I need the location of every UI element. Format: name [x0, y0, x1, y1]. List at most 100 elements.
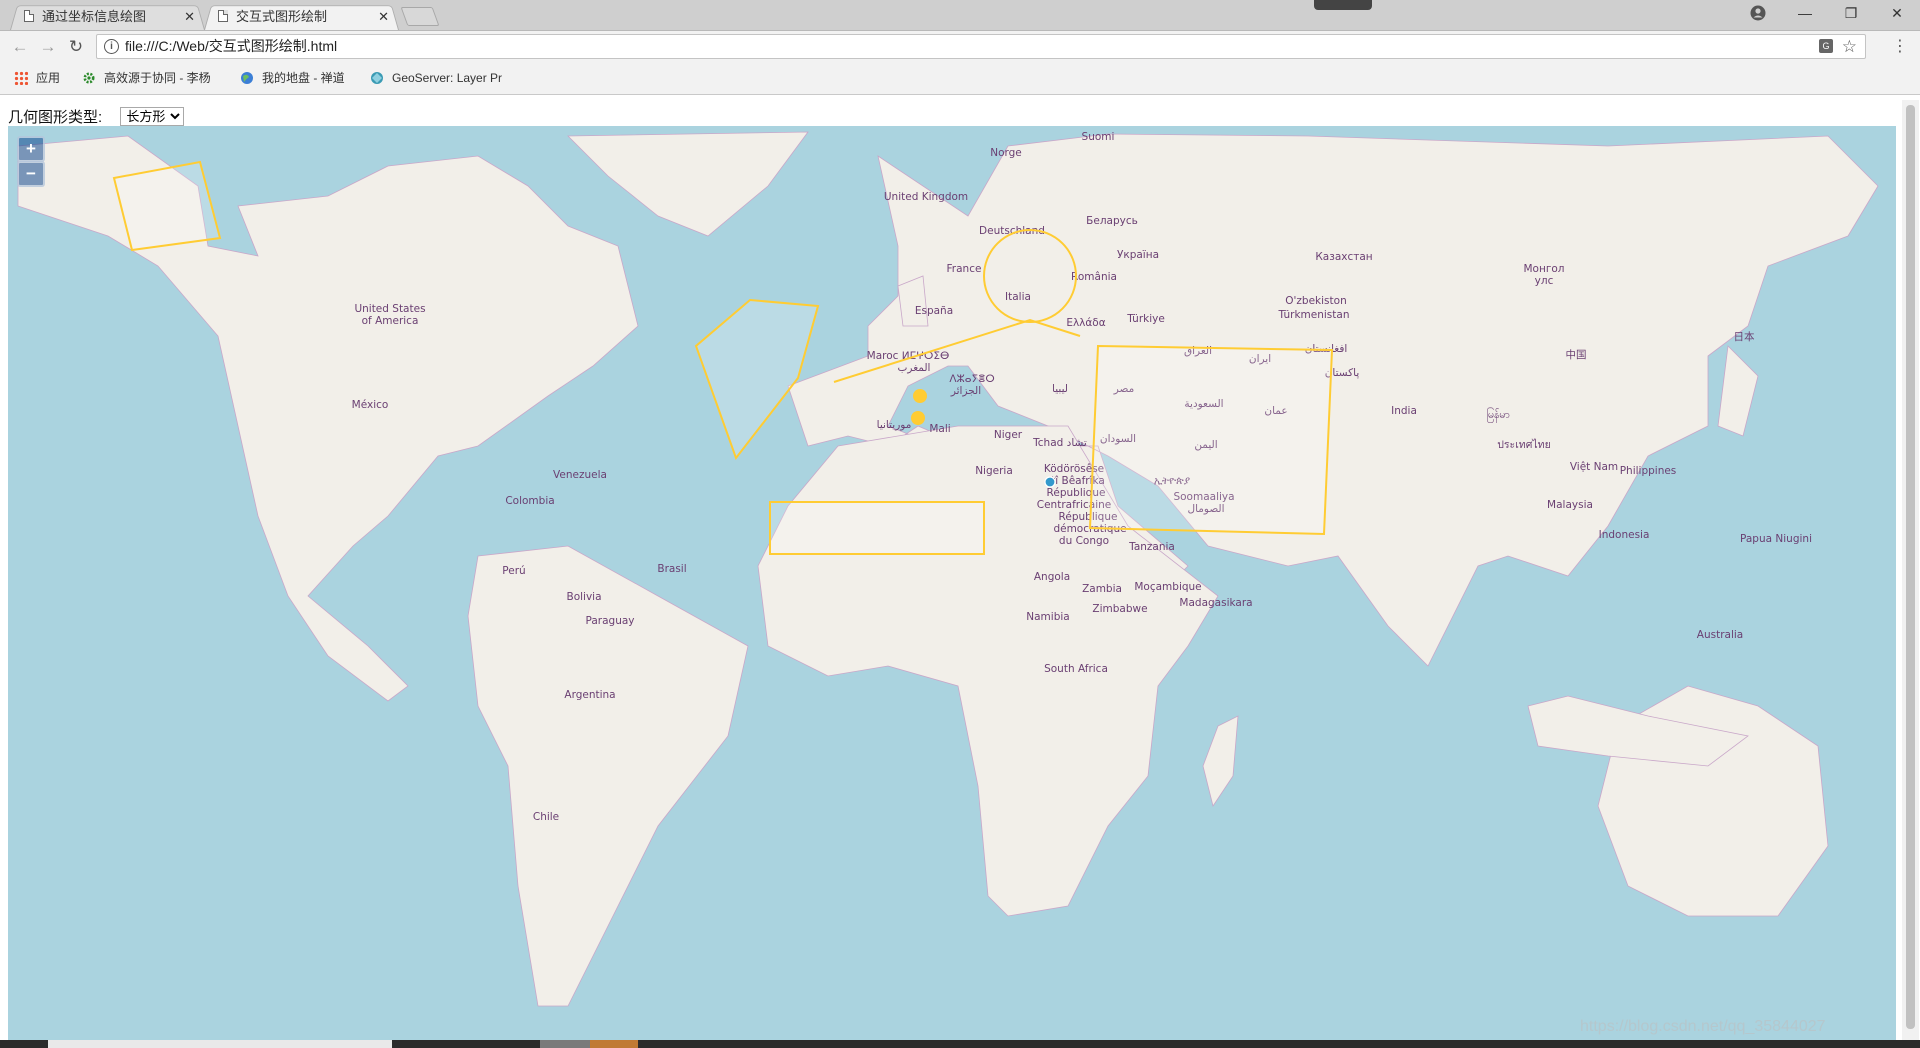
country-label-southafrica: South Africa [1044, 663, 1108, 675]
atlantic-rectangle-shape[interactable] [769, 501, 985, 555]
close-icon[interactable]: ✕ [184, 3, 195, 30]
country-label-niger: Niger [994, 429, 1023, 441]
country-label-namibia: Namibia [1026, 611, 1069, 623]
tab-coordinate-drawing[interactable]: 通过坐标信息绘图 ✕ [10, 3, 205, 30]
country-label-usa2: of America [362, 315, 419, 327]
page-scrollbar[interactable] [1902, 100, 1919, 1040]
forward-button[interactable]: → [38, 37, 58, 57]
country-label-ukraina: Україна [1117, 249, 1159, 261]
geoserver-icon [371, 72, 383, 84]
map-canvas[interactable]: SuomiNorgeUnited KingdomБеларусьDeutschl… [8, 126, 1896, 1040]
country-label-maroc1: Maroc ⵍⵎⵖⵔⵉⴱ [867, 350, 950, 362]
new-tab-button[interactable] [400, 7, 440, 26]
bookmark-star-icon[interactable]: ☆ [1842, 35, 1857, 58]
mauritania-point-2[interactable] [911, 411, 925, 425]
country-label-tchad: Tchad تشاد [1032, 437, 1087, 449]
taskbar-strip [0, 1040, 1920, 1048]
map-viewport[interactable]: Suomi Norge United Kingdom Беларусь Deutschl… [8, 126, 1896, 1040]
bookmark-collab[interactable]: 高效源于协同 - 李杨 [82, 63, 211, 94]
country-label-libya: ليبيا [1052, 383, 1068, 395]
bookmark-zentao[interactable]: 我的地盘 - 禅道 [240, 63, 345, 94]
east-africa-box-shape[interactable] [1088, 344, 1334, 536]
translate-icon[interactable]: G [1819, 39, 1833, 53]
country-label-brasil: Brasil [657, 563, 686, 575]
bookmarks-bar: 应用 高效源于协同 - 李杨 我的地盘 - 禅道 GeoServer: Laye… [0, 63, 1920, 95]
tab-interactive-drawing[interactable]: 交互式图形绘制 ✕ [204, 3, 399, 30]
address-bar[interactable]: i G ☆ [96, 34, 1866, 59]
country-label-malaysia: Malaysia [1547, 499, 1593, 511]
country-label-mongol1: Монгол [1523, 263, 1564, 275]
country-label-espana: España [915, 305, 953, 317]
alaska-square-shape[interactable] [112, 160, 222, 252]
gear-green-icon [83, 72, 95, 84]
country-label-philippines: Philippines [1620, 465, 1677, 477]
tab-strip: 通过坐标信息绘图 ✕ 交互式图形绘制 ✕ — ❐ ✕ [0, 0, 1920, 31]
country-label-kazakhstan: Казахстан [1315, 251, 1372, 263]
country-label-turkiye: Türkiye [1126, 313, 1165, 325]
document-icon [218, 10, 228, 22]
info-icon[interactable]: i [104, 39, 119, 54]
profile-icon[interactable] [1750, 5, 1766, 21]
country-label-nigeria: Nigeria [975, 465, 1013, 477]
draw-cursor-point [1044, 476, 1056, 488]
country-label-ellada: Ελλάδα [1066, 317, 1105, 329]
scrollbar-thumb[interactable] [1906, 105, 1915, 1029]
reload-button[interactable]: ↻ [66, 37, 86, 57]
bookmark-geoserver[interactable]: GeoServer: Layer Pr [370, 63, 502, 94]
country-label-mali: Mali [929, 423, 950, 435]
close-icon[interactable]: ✕ [378, 3, 389, 30]
globe-icon [241, 72, 253, 84]
country-label-indonesia: Indonesia [1599, 529, 1650, 541]
country-label-mongol2: улс [1535, 275, 1554, 287]
country-label-australia: Australia [1697, 629, 1743, 641]
country-label-norge: Norge [990, 147, 1022, 159]
country-label-turkmenistan: Türkmenistan [1278, 309, 1350, 321]
country-label-algerie1: ⴷⵣⴰⵢⴻⵔ [949, 373, 994, 385]
country-label-colombia: Colombia [505, 495, 554, 507]
country-label-rdc3: du Congo [1059, 535, 1109, 547]
country-label-algerie2: الجزائر [950, 385, 981, 397]
country-label-vietnam: Việt Nam [1570, 461, 1618, 473]
country-label-angola: Angola [1034, 571, 1070, 583]
country-label-madagasikara: Madagasikara [1179, 597, 1252, 609]
country-label-italia: Italia [1005, 291, 1031, 303]
country-label-romania: România [1071, 271, 1117, 283]
country-label-maroc2: المغرب [898, 362, 931, 374]
country-label-suomi: Suomi [1082, 131, 1115, 143]
url-input[interactable] [125, 35, 1725, 58]
menu-icon[interactable]: ⋮ [1892, 39, 1908, 55]
country-label-tanzania: Tanzania [1128, 541, 1175, 553]
zoom-in-button[interactable]: + [17, 136, 45, 162]
country-label-papua: Papua Niugini [1740, 533, 1812, 545]
close-window-button[interactable]: ✕ [1874, 0, 1920, 26]
minimize-button[interactable]: — [1782, 0, 1828, 26]
geometry-type-select[interactable]: 长方形 [120, 107, 185, 126]
mauritania-point-1[interactable] [913, 389, 927, 403]
navigation-bar: ← → ↻ i G ☆ ⋮ [0, 31, 1920, 63]
back-button[interactable]: ← [10, 37, 30, 57]
country-label-myanmar: မြန်မာ [1486, 407, 1510, 423]
country-label-argentina: Argentina [564, 689, 615, 701]
country-label-uk: United Kingdom [884, 191, 968, 203]
country-label-mauritania: موريتانيا [877, 419, 912, 431]
country-label-paraguay: Paraguay [585, 615, 634, 627]
country-label-zimbabwe: Zimbabwe [1092, 603, 1147, 615]
tab-title: 交互式图形绘制 [236, 9, 328, 24]
bookmark-apps[interactable]: 应用 [14, 63, 60, 94]
document-icon [24, 10, 34, 22]
country-label-peru: Perú [502, 565, 525, 577]
tab-title: 通过坐标信息绘图 [42, 9, 147, 24]
country-label-belarus: Беларусь [1086, 215, 1138, 227]
country-label-usa1: United States [354, 303, 425, 315]
window-handle [1314, 0, 1372, 10]
country-label-mexico: México [352, 399, 389, 411]
country-label-chile: Chile [533, 811, 559, 823]
country-label-thailand: ประเทศไทย [1497, 438, 1550, 451]
watermark-text: https://blog.csdn.net/qq_35844027 [1580, 1018, 1826, 1035]
country-label-zambia: Zambia [1082, 583, 1122, 595]
zoom-out-button[interactable]: − [17, 161, 45, 187]
geometry-type-label: 几何图形类型: [8, 109, 103, 126]
country-label-mocambique: Moçambique [1134, 581, 1201, 593]
country-label-france: France [947, 263, 982, 275]
restore-button[interactable]: ❐ [1828, 0, 1874, 26]
